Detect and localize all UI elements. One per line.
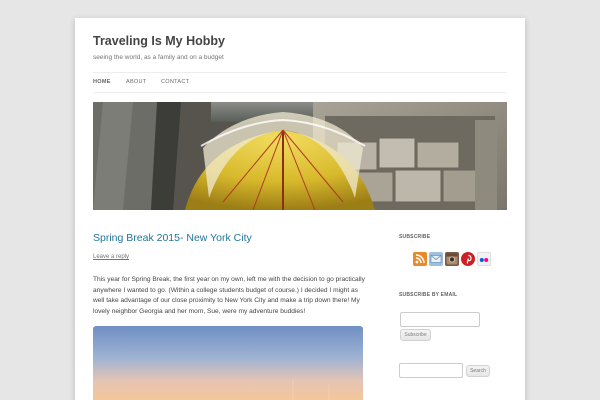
nav-item-home[interactable]: HOME xyxy=(93,79,111,85)
subscribe-widget-title: SUBSCRIBE xyxy=(399,234,431,240)
flickr-icon[interactable] xyxy=(477,252,491,266)
search-input[interactable] xyxy=(399,363,463,378)
nav-item-contact[interactable]: CONTACT xyxy=(161,79,189,85)
subscribe-email-widget-title: SUBSCRIBE BY EMAIL xyxy=(399,292,458,298)
post-paragraph: This year for Spring Break, the first ye… xyxy=(93,276,365,315)
post-image xyxy=(93,326,363,400)
nav-item-about[interactable]: ABOUT xyxy=(126,79,146,85)
email-icon[interactable] xyxy=(429,252,443,266)
subscribe-email-input[interactable] xyxy=(400,312,480,327)
site-description: seeing the world, as a family and on a b… xyxy=(93,54,224,61)
page-container: Traveling Is My Hobby seeing the world, … xyxy=(75,18,525,400)
instagram-icon[interactable] xyxy=(445,252,459,266)
subscribe-button[interactable]: Subscribe xyxy=(400,329,431,341)
post-title[interactable]: Spring Break 2015- New York City xyxy=(93,232,252,244)
site-title[interactable]: Traveling Is My Hobby xyxy=(93,34,225,48)
pinterest-icon[interactable] xyxy=(461,252,475,266)
rss-icon[interactable] xyxy=(413,252,427,266)
leave-reply-link[interactable]: Leave a reply xyxy=(93,254,129,260)
header-image xyxy=(93,102,507,210)
search-button[interactable]: Search xyxy=(466,365,490,377)
main-navigation: HOME ABOUT CONTACT xyxy=(93,72,507,93)
